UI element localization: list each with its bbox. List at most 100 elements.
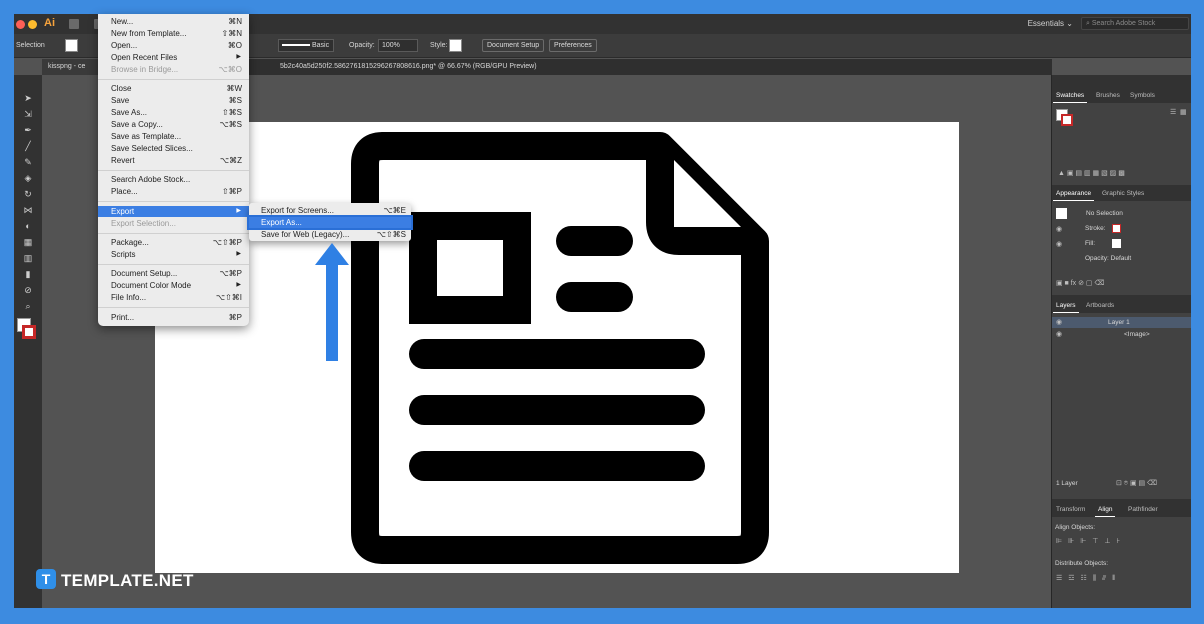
tab-layers[interactable]: Layers (1053, 302, 1078, 313)
visibility-eye-icon[interactable]: ◉ (1056, 225, 1062, 233)
tools-panel: ➤ ⇲ ✒ ╱ ✎ ◈ ↻ ⋈ ◐ ▦ ▥ ▮ ⊘ ⌕ (14, 75, 42, 608)
preferences-button[interactable]: Preferences (549, 39, 597, 52)
menu-item-export[interactable]: Export ▶ (98, 206, 249, 217)
workspace-switcher[interactable]: Essentials ⌄ (1028, 19, 1073, 28)
menu-item-close[interactable]: Close ⌘W (98, 83, 249, 94)
rotate-tool-icon[interactable]: ↻ (22, 189, 34, 199)
minimize-window-button[interactable] (28, 20, 37, 29)
style-label: Style: (430, 42, 448, 49)
submenu-item-export-as[interactable]: Export As... (247, 215, 413, 230)
menu-item-save[interactable]: Save ⌘S (98, 95, 249, 106)
tab-brushes[interactable]: Brushes (1096, 92, 1120, 99)
menu-item-package[interactable]: Package... ⌥⇧⌘P (98, 237, 249, 248)
image-layer-label[interactable]: <Image> (1124, 331, 1150, 338)
shape-builder-tool-icon[interactable]: ◐ (22, 221, 34, 231)
menu-item-new[interactable]: New... ⌘N (98, 16, 249, 27)
tab-appearance[interactable]: Appearance (1052, 190, 1095, 201)
mesh-tool-icon[interactable]: ▦ (22, 237, 34, 247)
tab-artboards[interactable]: Artboards (1086, 302, 1114, 309)
menu-item-document-color-mode[interactable]: Document Color Mode ▶ (98, 280, 249, 291)
app-logo: Ai (44, 17, 55, 29)
menu-separator (98, 201, 249, 202)
fill-swatch[interactable] (65, 39, 78, 52)
layer-1-label[interactable]: Layer 1 (1108, 319, 1130, 326)
appearance-thumb (1056, 208, 1067, 219)
fill-white-icon[interactable] (1112, 239, 1121, 248)
menu-item-print[interactable]: Print... ⌘P (98, 312, 249, 323)
document-tab-1[interactable]: kissp­ng - ce (42, 59, 98, 75)
opacity-input[interactable]: 100% (378, 39, 418, 52)
menu-item-place[interactable]: Place... ⇧⌘P (98, 186, 249, 197)
submenu-item-export-for-screens[interactable]: Export for Screens... ⌥⌘E (249, 205, 411, 216)
opacity-default-label[interactable]: Opacity: Default (1085, 255, 1131, 262)
line-tool-icon[interactable]: ╱ (22, 141, 34, 151)
menu-item-file-info[interactable]: File Info... ⌥⇧⌘I (98, 292, 249, 303)
eyedropper-tool-icon[interactable]: ⊘ (22, 285, 34, 295)
style-swatch[interactable] (449, 39, 462, 52)
artboard[interactable] (155, 122, 959, 573)
menu-item-revert[interactable]: Revert ⌥⌘Z (98, 155, 249, 166)
menu-item-export-selection[interactable]: Export Selection... (98, 218, 249, 229)
tab-graphic-styles[interactable]: Graphic Styles (1102, 190, 1144, 197)
layer-actions-icon[interactable]: ⊡ ⌾ ▣ ▤ ⌫ (1116, 479, 1157, 488)
pen-tool-icon[interactable]: ✒ (22, 125, 34, 135)
menu-item-save-as[interactable]: Save As... ⇧⌘S (98, 107, 249, 118)
menu-item-scripts[interactable]: Scripts ▶ (98, 249, 249, 260)
menu-item-document-setup[interactable]: Document Setup... ⌥⌘P (98, 268, 249, 279)
swatch-stroke-icon[interactable] (1061, 114, 1073, 126)
eraser-tool-icon[interactable]: ◈ (22, 173, 34, 183)
graph-tool-icon[interactable]: ▮ (22, 269, 34, 279)
menu-item-save-as-template[interactable]: Save as Template... (98, 131, 249, 142)
submenu-item-save-for-web[interactable]: Save for Web (Legacy)... ⌥⇧⌘S (249, 229, 411, 240)
template-logo-text: TEMPLATE.NET (61, 571, 194, 590)
menu-item-save-selected-slices[interactable]: Save Selected Slices... (98, 143, 249, 154)
visibility-eye-icon[interactable]: ◉ (1056, 240, 1062, 248)
menu-item-save-a-copy[interactable]: Save a Copy... ⌥⌘S (98, 119, 249, 130)
tab-symbols[interactable]: Symbols (1130, 92, 1155, 99)
bridge-icon[interactable] (69, 19, 79, 29)
image-visibility-eye-icon[interactable]: ◉ (1056, 330, 1062, 338)
menu-separator (98, 79, 249, 80)
file-menu: New... ⌘N New from Template... ⇧⌘N Open...… (98, 14, 249, 326)
menu-item-search-adobe-stock[interactable]: Search Adobe Stock... (98, 174, 249, 185)
list-view-icon[interactable]: ☰ (1170, 108, 1176, 116)
zoom-tool-icon[interactable]: ⌕ (22, 301, 34, 311)
tab-pathfinder[interactable]: Pathfinder (1128, 506, 1158, 513)
stroke-label: Stroke: (1085, 225, 1106, 232)
menu-item-open-recent[interactable]: Open Recent Files ▶ (98, 52, 249, 63)
right-panels: Swatches Brushes Symbols ☰ ▦ ▲ ▣ ▤ ▥ ▦ ▧… (1051, 75, 1191, 608)
close-window-button[interactable] (16, 20, 25, 29)
width-tool-icon[interactable]: ⋈ (22, 205, 34, 215)
fill-stroke-swatches[interactable] (17, 318, 37, 340)
stroke-none-icon[interactable] (1112, 224, 1121, 233)
layer-visibility-eye-icon[interactable]: ◉ (1056, 318, 1062, 326)
menu-item-new-from-template[interactable]: New from Template... ⇧⌘N (98, 28, 249, 39)
tab-transform[interactable]: Transform (1056, 506, 1085, 513)
appearance-actions-icon[interactable]: ▣ ■ fx ⊘ ▢ ⌫ (1056, 279, 1104, 287)
distribute-objects-label: Distribute Objects: (1055, 560, 1109, 567)
document-tab-2[interactable]: 5b2c40a5d250f2.5862761815296267808616.pn… (274, 59, 564, 75)
tab-swatches[interactable]: Swatches (1052, 92, 1088, 103)
selection-tool-icon[interactable]: ➤ (22, 93, 34, 103)
tab-align[interactable]: Align (1094, 506, 1117, 517)
appearance-panel: Appearance Graphic Styles No Selection ◉… (1052, 187, 1191, 295)
search-stock-input[interactable]: ⌕ Search Adobe Stock (1081, 17, 1189, 30)
export-submenu: Export for Screens... ⌥⌘E Export As... Sa… (247, 203, 413, 241)
menu-item-open[interactable]: Open... ⌘O (98, 40, 249, 51)
grid-view-icon[interactable]: ▦ (1180, 108, 1187, 116)
gradient-tool-icon[interactable]: ▥ (22, 253, 34, 263)
distribute-buttons-icon[interactable]: ☰☲☷⫼⫻⦀ (1056, 574, 1121, 583)
menu-separator (98, 233, 249, 234)
align-objects-label: Align Objects: (1055, 524, 1096, 531)
pointer-arrow-icon (315, 243, 349, 361)
document-setup-button[interactable]: Document Setup (482, 39, 545, 52)
pencil-tool-icon[interactable]: ✎ (22, 157, 34, 167)
stroke-style-select[interactable]: Basic (278, 39, 334, 52)
menu-item-browse-in-bridge[interactable]: Browse in Bridge... ⌥⌘O (98, 64, 249, 75)
selection-label: Selection (16, 42, 45, 49)
align-buttons-icon[interactable]: ⊫⊪⊩⊤⊥⊦ (1056, 537, 1126, 545)
direct-selection-tool-icon[interactable]: ⇲ (22, 109, 34, 119)
layer-count-label: 1 Layer (1056, 480, 1078, 487)
stroke-swatch-icon[interactable] (22, 325, 36, 339)
swatch-libraries-icon[interactable]: ▲ ▣ ▤ ▥ ▦ ▧ ▨ ▩ (1058, 169, 1125, 177)
